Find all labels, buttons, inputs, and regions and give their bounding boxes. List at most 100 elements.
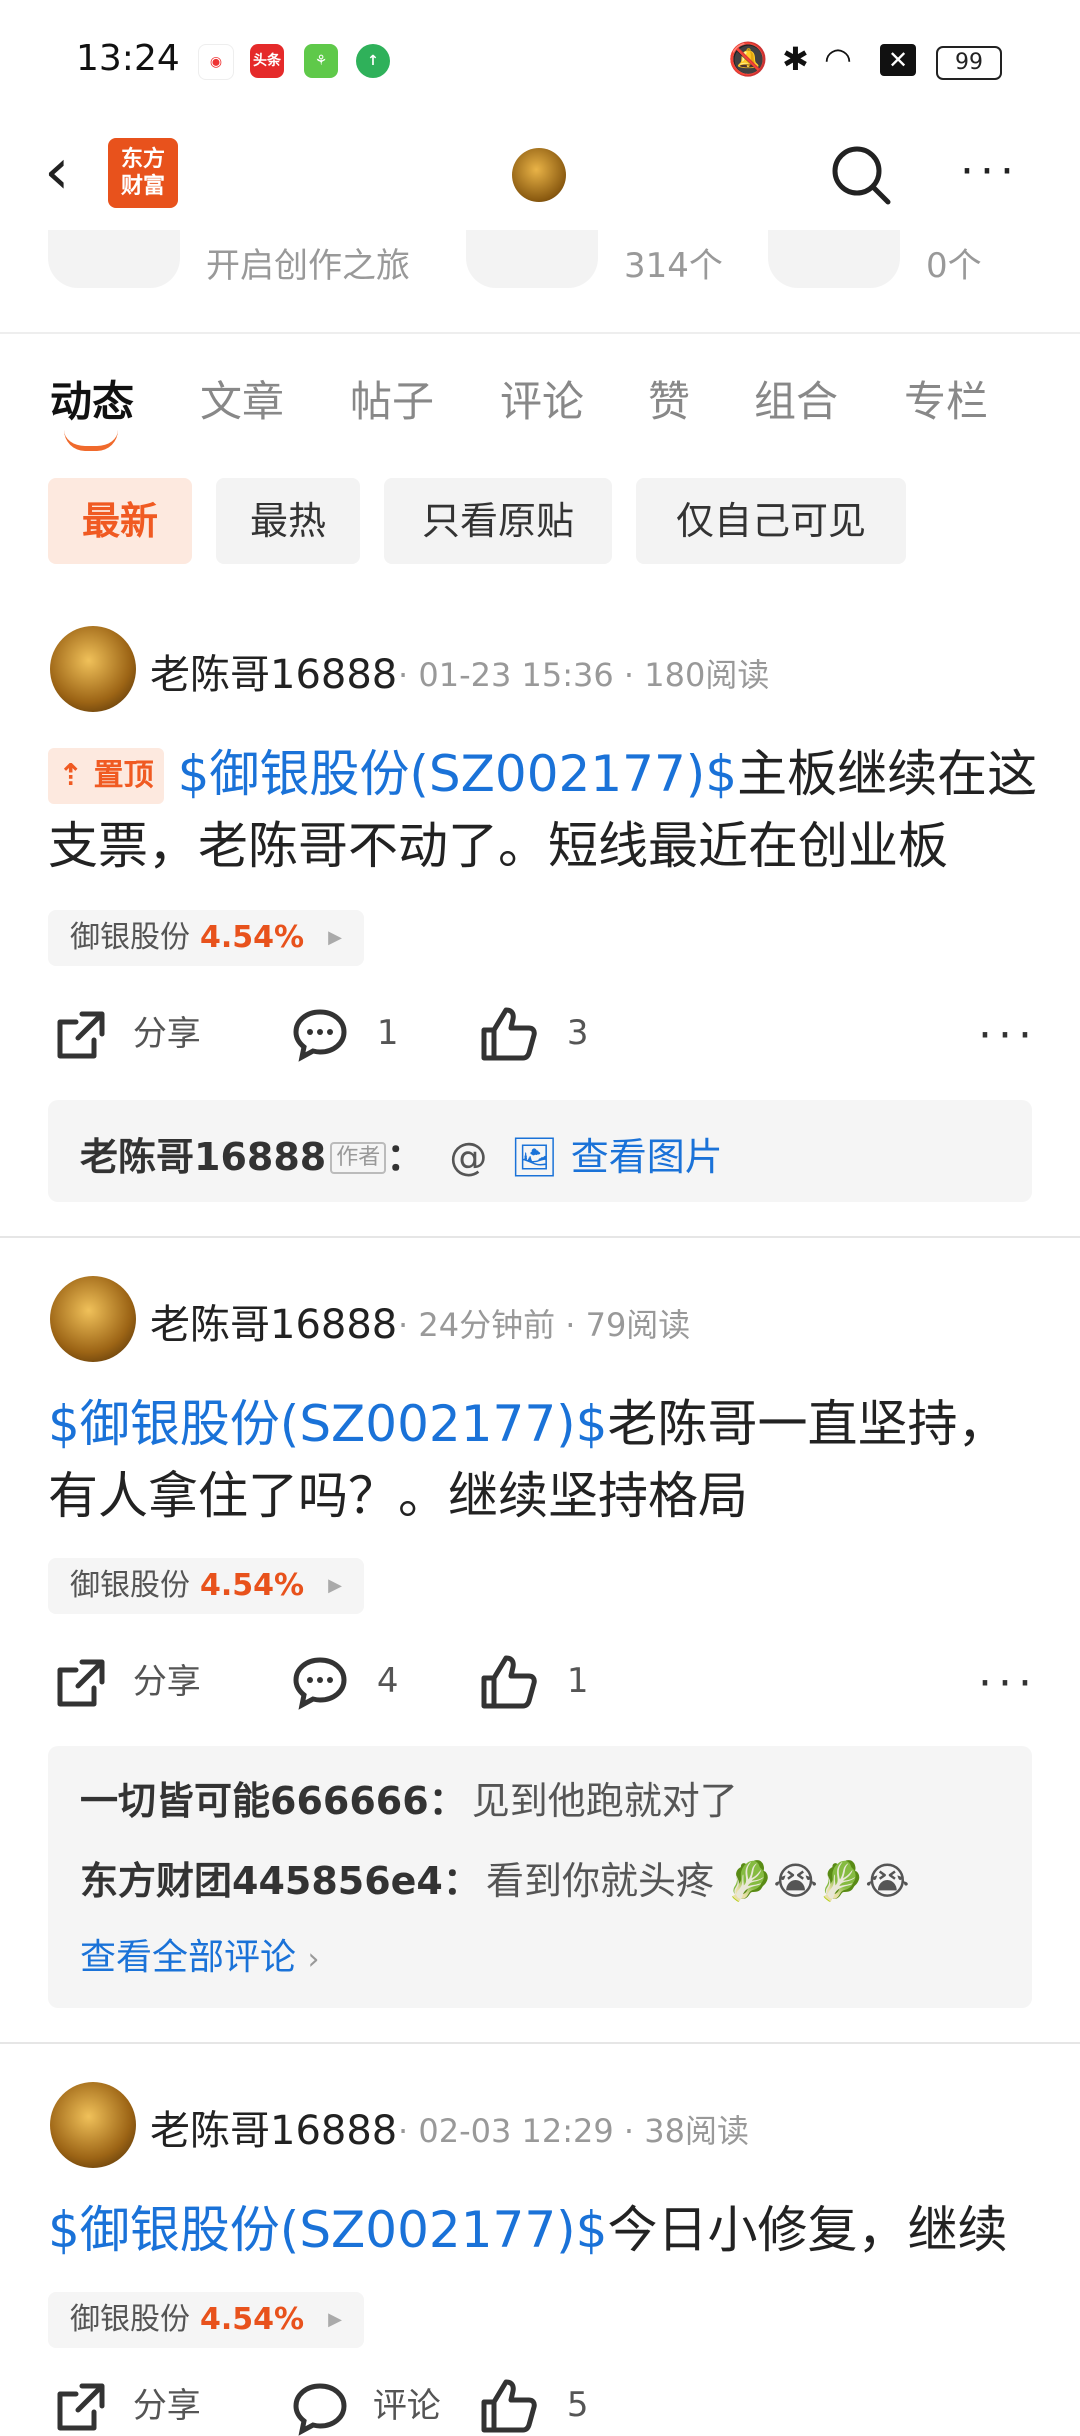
tab-comments[interactable]: 评论 — [500, 368, 584, 429]
view-all-label: 查看全部评论 — [80, 1937, 297, 1978]
comment-author[interactable]: 一切皆可能666666 — [80, 1779, 429, 1823]
post-meta: · 02-03 12:29 · 38阅读 — [398, 2112, 749, 2150]
filter-hot[interactable]: 最热 — [216, 478, 360, 564]
avatar[interactable] — [50, 1276, 136, 1362]
upload-app-icon: ↑ — [356, 44, 390, 78]
tab-posts[interactable]: 帖子 — [350, 368, 434, 429]
post-content[interactable]: ⇡ 置顶 $御银股份(SZ002177)$主板继续在这 支票，老陈哥不动了。短线最… — [48, 738, 1038, 882]
comment-button[interactable]: 1 — [292, 1006, 398, 1062]
stat-create-label[interactable]: 开启创作之旅 — [206, 238, 410, 287]
search-icon[interactable] — [830, 144, 892, 206]
stock-tag[interactable]: 御银股份 4.54% ▶ — [48, 910, 364, 966]
back-button[interactable]: ‹ — [44, 140, 70, 204]
like-count: 5 — [566, 2384, 589, 2425]
filter-latest[interactable]: 最新 — [48, 478, 192, 564]
like-button[interactable]: 3 — [480, 1006, 588, 1062]
comment-icon — [293, 1009, 347, 1062]
comment-count: 4 — [376, 1660, 399, 1701]
like-count: 3 — [566, 1012, 589, 1053]
post-content[interactable]: $御银股份(SZ002177)$今日小修复，继续 — [48, 2194, 1038, 2266]
green-app-icon: ⚘ — [304, 44, 338, 78]
stock-tag-name: 御银股份 — [70, 1568, 190, 1603]
sim-off-icon: ✕ — [880, 44, 916, 76]
stat-posts-count[interactable]: 314个 — [624, 238, 723, 287]
thumbs-up-icon — [481, 1007, 537, 1061]
comment-text: 见到他跑就对了 — [471, 1779, 738, 1823]
chevron-right-icon: › — [307, 1942, 320, 1977]
stock-link[interactable]: $御银股份(SZ002177)$ — [48, 2201, 608, 2259]
post-separator — [0, 1236, 1080, 1238]
like-count: 1 — [566, 1660, 589, 1701]
header-avatar[interactable] — [512, 148, 566, 202]
avatar[interactable] — [50, 2082, 136, 2168]
comment-preview-box[interactable]: 一切皆可能666666： 见到他跑就对了 东方财团445856e4： 看到你就头… — [48, 1746, 1032, 2008]
like-button[interactable]: 5 — [480, 2378, 588, 2434]
comment-author[interactable]: 老陈哥16888 — [80, 1135, 326, 1179]
filter-private[interactable]: 仅自己可见 — [636, 478, 906, 564]
post-separator — [0, 2042, 1080, 2044]
share-icon — [57, 1011, 105, 1058]
comment-mention: @ — [449, 1135, 488, 1179]
logo-text-1: 东方 — [120, 147, 165, 172]
stat-other-count[interactable]: 0个 — [926, 238, 982, 287]
share-label: 分享 — [132, 2386, 201, 2426]
tab-column[interactable]: 专栏 — [904, 368, 988, 429]
post-more-icon[interactable]: ··· — [978, 1658, 1038, 1709]
post-username[interactable]: 老陈哥16888 — [150, 1292, 397, 1350]
stock-link[interactable]: $御银股份(SZ002177)$ — [48, 1395, 608, 1453]
share-label: 分享 — [132, 1014, 201, 1054]
tab-portfolio[interactable]: 组合 — [754, 368, 838, 429]
view-image-label: 查看图片 — [570, 1135, 723, 1179]
stock-tag-name: 御银股份 — [70, 2302, 190, 2337]
stock-tag-change: 4.54% — [200, 2302, 305, 2337]
post-username[interactable]: 老陈哥16888 — [150, 642, 397, 700]
post-content[interactable]: $御银股份(SZ002177)$老陈哥一直坚持， 有人拿住了吗？。继续坚持格局 — [48, 1388, 1038, 1532]
pinned-badge: ⇡ 置顶 — [48, 748, 164, 804]
share-button[interactable]: 分享 — [52, 1654, 201, 1712]
post-text-cont: 支票，老陈哥不动了。短线最近在创业板 — [48, 817, 948, 875]
avatar[interactable] — [50, 626, 136, 712]
comment-row: 东方财团445856e4： 看到你就头疼 🥬😭🥬😭 — [80, 1850, 909, 1905]
comment-button[interactable]: 评论 — [292, 2378, 441, 2436]
tab-articles[interactable]: 文章 — [200, 368, 284, 429]
comment-row: 老陈哥16888 作者： @ 🖼 查看图片 — [80, 1126, 723, 1181]
tab-likes[interactable]: 赞 — [648, 368, 690, 429]
stat-icon-create — [48, 230, 180, 288]
thumbs-up-icon — [481, 1655, 537, 1709]
comment-icon — [293, 1657, 347, 1710]
stock-tag[interactable]: 御银股份 4.54% ▶ — [48, 2292, 364, 2348]
view-all-comments-link[interactable]: 查看全部评论 › — [80, 1928, 319, 1980]
stock-tag-change: 4.54% — [200, 920, 305, 955]
comment-preview-box[interactable]: 老陈哥16888 作者： @ 🖼 查看图片 — [48, 1100, 1032, 1202]
share-label: 分享 — [132, 1662, 201, 1702]
divider — [0, 332, 1080, 334]
post-meta: · 01-23 15:36 · 180阅读 — [398, 656, 770, 694]
post-more-icon[interactable]: ··· — [978, 1010, 1038, 1061]
status-bar: 13:24 ◉ 头条 ⚘ ↑ 🔕 ✱ ◠ ✕ 99 — [0, 0, 1080, 124]
stock-link[interactable]: $御银股份(SZ002177)$ — [178, 745, 738, 803]
share-button[interactable]: 分享 — [52, 1006, 201, 1064]
comment-count: 1 — [376, 1012, 399, 1053]
comment-author[interactable]: 东方财团445856e4 — [80, 1859, 443, 1903]
view-image-link[interactable]: 🖼 查看图片 — [510, 1135, 722, 1179]
comment-icon — [293, 2382, 347, 2436]
post-username[interactable]: 老陈哥16888 — [150, 2098, 397, 2156]
stock-tag[interactable]: 御银股份 4.54% ▶ — [48, 1558, 364, 1614]
more-options-icon[interactable]: ··· — [960, 150, 1020, 194]
stock-tag-change: 4.54% — [200, 1568, 305, 1603]
share-button[interactable]: 分享 — [52, 2378, 201, 2436]
comment-row: 一切皆可能666666： 见到他跑就对了 — [80, 1770, 738, 1825]
filter-original-only[interactable]: 只看原贴 — [384, 478, 612, 564]
eastmoney-logo: 东方 财富 — [108, 138, 178, 208]
tab-dynamic[interactable]: 动态 — [50, 368, 134, 429]
post-text: 老陈哥一直坚持， — [607, 1395, 1008, 1453]
bluetooth-icon: ✱ — [782, 40, 809, 78]
wifi-icon: ◠ — [824, 40, 852, 78]
battery-indicator: 99 — [936, 46, 1002, 80]
status-time: 13:24 — [76, 38, 180, 79]
post-text: 今日小修复，继续 — [607, 2201, 1008, 2259]
comment-sep: ： — [428, 1779, 467, 1823]
comment-button[interactable]: 4 — [292, 1654, 398, 1710]
like-button[interactable]: 1 — [480, 1654, 588, 1710]
post-text-cont: 有人拿住了吗？。继续坚持格局 — [48, 1467, 748, 1525]
